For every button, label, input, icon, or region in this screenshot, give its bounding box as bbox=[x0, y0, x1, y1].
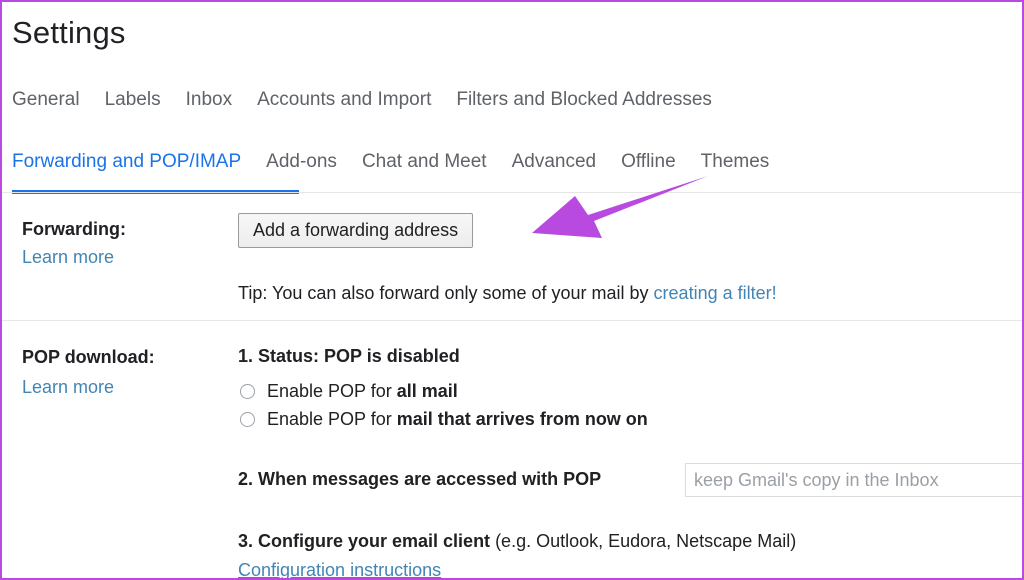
pop-step-3-rest: (e.g. Outlook, Eudora, Netscape Mail) bbox=[490, 531, 797, 551]
pop-radio1-bold: all mail bbox=[396, 381, 458, 401]
forwarding-learn-more-link[interactable]: Learn more bbox=[22, 245, 114, 269]
add-forwarding-address-button[interactable]: Add a forwarding address bbox=[238, 213, 474, 248]
pop-enable-all-mail-label: Enable POP for all mail bbox=[267, 379, 458, 403]
tab-themes[interactable]: Themes bbox=[701, 150, 770, 174]
tab-filters-and-blocked-addresses[interactable]: Filters and Blocked Addresses bbox=[456, 88, 712, 112]
settings-tab-row-secondary: Forwarding and POP/IMAP Add-ons Chat and… bbox=[12, 150, 794, 174]
forwarding-section-label: Forwarding: bbox=[22, 219, 126, 239]
pop-step-2-label: 2. When messages are accessed with POP bbox=[238, 469, 602, 489]
pop-step-3-label: 3. Configure your email client (e.g. Out… bbox=[238, 529, 796, 553]
pop-learn-more-link[interactable]: Learn more bbox=[22, 375, 114, 399]
tab-advanced[interactable]: Advanced bbox=[512, 150, 597, 174]
forwarding-tip-text: Tip: You can also forward only some of y… bbox=[238, 281, 777, 305]
divider-between-forwarding-and-pop bbox=[2, 320, 1022, 321]
pop-enable-from-now-on-row[interactable]: Enable POP for mail that arrives from no… bbox=[240, 407, 648, 431]
pop-enable-from-now-on-label: Enable POP for mail that arrives from no… bbox=[267, 407, 648, 431]
gmail-settings-screenshot: Settings General Labels Inbox Accounts a… bbox=[0, 0, 1024, 580]
tab-offline[interactable]: Offline bbox=[621, 150, 676, 174]
pop-enable-all-mail-row[interactable]: Enable POP for all mail bbox=[240, 379, 458, 403]
pop-message-action-select[interactable]: keep Gmail's copy in the Inbox bbox=[685, 463, 1022, 497]
radio-button-enable-pop-from-now-on[interactable] bbox=[240, 411, 255, 427]
pop-download-section-label: POP download: bbox=[22, 347, 155, 367]
configuration-instructions-link[interactable]: Configuration instructions bbox=[238, 558, 441, 578]
tab-inbox[interactable]: Inbox bbox=[186, 88, 232, 112]
settings-tab-row-primary: General Labels Inbox Accounts and Import… bbox=[12, 88, 737, 112]
page-title: Settings bbox=[12, 15, 126, 50]
purple-annotation-arrow-icon bbox=[532, 176, 708, 238]
pop-radio2-bold: mail that arrives from now on bbox=[396, 409, 648, 429]
forwarding-tip-prefix: Tip: You can also forward only some of y… bbox=[238, 283, 654, 303]
tab-general[interactable]: General bbox=[12, 88, 80, 112]
pop-radio2-prefix: Enable POP for bbox=[267, 409, 397, 429]
tab-labels[interactable]: Labels bbox=[105, 88, 161, 112]
pop-status-text: 1. Status: POP is disabled bbox=[238, 346, 460, 366]
creating-a-filter-link[interactable]: creating a filter! bbox=[654, 283, 777, 303]
divider-below-tabs bbox=[2, 192, 1022, 193]
radio-button-enable-pop-all-mail[interactable] bbox=[240, 383, 255, 399]
tab-add-ons[interactable]: Add-ons bbox=[266, 150, 337, 174]
tab-forwarding-and-pop-imap[interactable]: Forwarding and POP/IMAP bbox=[12, 150, 241, 174]
pop-radio1-prefix: Enable POP for bbox=[267, 381, 397, 401]
tab-chat-and-meet[interactable]: Chat and Meet bbox=[362, 150, 487, 174]
tab-accounts-and-import[interactable]: Accounts and Import bbox=[257, 88, 431, 112]
pop-step-3-bold: 3. Configure your email client bbox=[238, 531, 491, 551]
